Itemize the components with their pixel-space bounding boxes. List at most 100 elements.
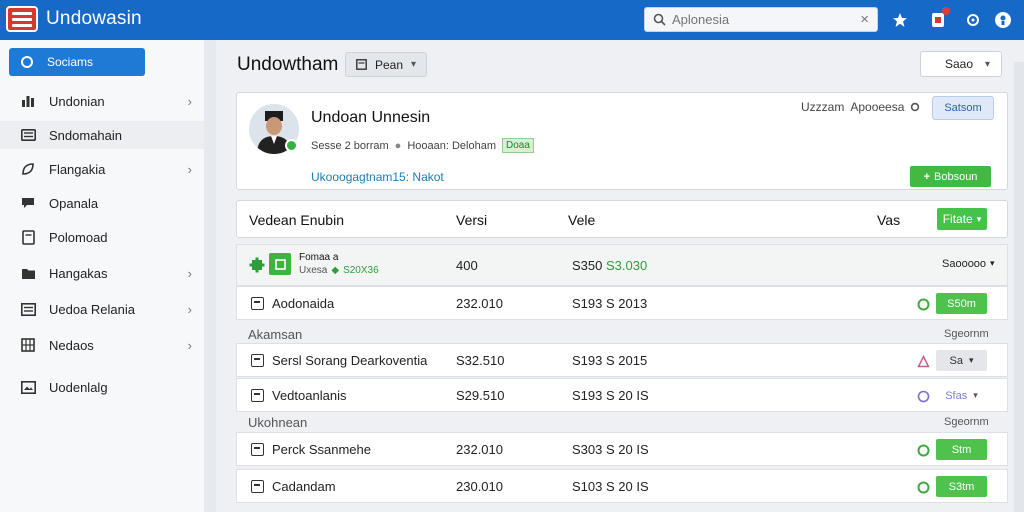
list-icon <box>20 301 36 317</box>
bar-chart-icon <box>20 93 36 109</box>
column-header[interactable]: Versi <box>456 212 487 228</box>
file-icon <box>251 297 264 310</box>
row-action-button[interactable]: Sfas ▾ <box>936 385 987 406</box>
table-row[interactable]: Aodonaida 232.010 S193 S 2013 S50m <box>236 286 1008 320</box>
sidebar-item[interactable]: Uodenlalg <box>0 373 204 401</box>
location-icon[interactable] <box>961 8 985 32</box>
puzzle-icon <box>249 257 265 273</box>
row-name: Cadandam <box>272 479 336 494</box>
featured-value-left: S350 <box>572 258 603 273</box>
notification-icon[interactable] <box>926 7 950 32</box>
brand[interactable]: Undowasin <box>6 6 142 32</box>
row-action-button[interactable]: S50m <box>936 293 987 314</box>
file-icon <box>251 443 264 456</box>
row-value: S193 S 2015 <box>572 353 648 368</box>
featured-sub-right: S20X36 <box>343 265 379 276</box>
group-label: Ukohnean <box>248 415 308 430</box>
settings-icon[interactable] <box>910 102 920 112</box>
status-ok-icon <box>916 443 930 457</box>
profile-meta-left: Sesse 2 borram <box>311 139 389 152</box>
grid-icon <box>20 337 36 353</box>
table-row[interactable]: Sersl Sorang Dearkoventia S32.510 S193 S… <box>236 343 1008 377</box>
search-input[interactable] <box>672 12 852 27</box>
view-dropdown-label: Pean <box>375 57 404 72</box>
file-icon <box>251 480 264 493</box>
chevron-down-icon: ▾ <box>973 390 978 400</box>
column-header[interactable]: Vedean Enubin <box>249 212 344 228</box>
sidebar-item-label: Sndomahain <box>49 127 122 143</box>
leaf-icon <box>20 161 36 177</box>
featured-select[interactable]: Saooooo ▾ <box>942 258 995 270</box>
chevron-down-icon: ▾ <box>411 59 417 70</box>
sidebar-item[interactable]: Polomoad <box>0 223 204 251</box>
main-scrollbar[interactable] <box>1014 62 1024 512</box>
row-version: 230.010 <box>456 479 503 494</box>
status-ok-icon <box>916 480 930 494</box>
chevron-right-icon: › <box>187 265 192 281</box>
featured-select-label: Saooooo <box>942 258 987 270</box>
profile-action-button[interactable]: Satsom <box>932 96 994 120</box>
featured-sub-left: Uxesa <box>299 265 328 276</box>
top-bar: Undowasin × <box>0 0 1024 40</box>
filter-button[interactable]: Fitate ▾ <box>937 208 987 230</box>
search-box[interactable]: × <box>644 7 878 32</box>
view-dropdown-button[interactable]: Pean ▾ <box>345 52 427 77</box>
featured-value: S350 S3.030 <box>572 258 647 273</box>
table-header: Vedean Enubin Versi Vele Vas Fitate ▾ <box>236 200 1008 238</box>
document-icon <box>20 229 36 245</box>
table-row-featured[interactable]: Fomaa a Uxesa ◆ S20X36 400 S350 S3.030 S… <box>236 244 1008 286</box>
sidebar-item[interactable]: Uedoa Relania › <box>0 295 204 323</box>
row-action-button[interactable]: Sa ▾ <box>936 350 987 371</box>
sort-select[interactable]: Saao ▾ <box>920 51 1002 77</box>
profile-meta: Sesse 2 borram ● Hooaan: Deloham Doaa <box>311 138 534 153</box>
row-value: S193 S 20 IS <box>572 388 649 403</box>
filter-button-label: Fitate <box>942 212 973 226</box>
profile-user-label: Uzzzam <box>801 100 845 114</box>
column-header[interactable]: Vas <box>877 212 900 228</box>
add-button[interactable]: + Bobsoun <box>910 166 991 187</box>
sidebar-item-label: Uodenlalg <box>49 379 108 395</box>
table-row[interactable]: Cadandam 230.010 S103 S 20 IS S3tm <box>236 469 1008 503</box>
star-icon[interactable] <box>888 8 912 32</box>
featured-title: Fomaa a <box>299 252 339 263</box>
account-icon[interactable] <box>991 8 1015 32</box>
row-action-label: Sa <box>949 354 963 367</box>
row-action-button[interactable]: S3tm <box>936 476 987 497</box>
sidebar-item-label: Nedaos <box>49 337 94 353</box>
sidebar-item[interactable]: Flangakia › <box>0 155 204 183</box>
status-pending-icon <box>916 389 930 403</box>
image-icon <box>20 379 36 395</box>
tag-icon: ◆ <box>331 265 340 276</box>
chevron-right-icon: › <box>187 301 192 317</box>
row-value: S193 S 2013 <box>572 296 648 311</box>
featured-subtitle: Uxesa ◆ S20X36 <box>299 265 379 276</box>
table-row[interactable]: Perck Ssanmehe 232.010 S303 S 20 IS Stm <box>236 432 1008 466</box>
sidebar-item-active[interactable]: Sociams <box>9 48 145 76</box>
sidebar-item[interactable]: Nedaos › <box>0 331 204 359</box>
app-icon <box>269 253 291 275</box>
profile-link[interactable]: Ukooogagtnam15: Nakot <box>311 170 444 184</box>
folder-icon <box>20 265 36 281</box>
profile-name: Undoan Unnesin <box>311 109 431 126</box>
group-summary: Sgeornm <box>944 416 989 428</box>
profile-card: Undoan Unnesin Sesse 2 borram ● Hooaan: … <box>236 92 1008 190</box>
chevron-right-icon: › <box>187 337 192 353</box>
row-name: Aodonaida <box>272 296 335 311</box>
chevron-down-icon: ▾ <box>976 213 982 224</box>
sidebar-item[interactable]: Sndomahain <box>0 121 204 149</box>
row-action-button[interactable]: Stm <box>936 439 987 460</box>
sort-select-label: Saao <box>945 57 974 71</box>
sidebar-item[interactable]: Hangakas › <box>0 259 204 287</box>
row-name: Perck Ssanmehe <box>272 442 371 457</box>
profile-meta-right: Hooaan: Deloham <box>407 139 496 152</box>
table-row[interactable]: Vedtoanlanis S29.510 S193 S 20 IS Sfas ▾ <box>236 378 1008 412</box>
sidebar-scrollbar[interactable] <box>204 40 216 512</box>
row-name: Vedtoanlanis <box>272 388 347 403</box>
chevron-down-icon: ▾ <box>968 355 974 365</box>
add-button-label: Bobsoun <box>934 170 978 183</box>
sidebar-item[interactable]: Undonian › <box>0 87 204 115</box>
column-header[interactable]: Vele <box>568 212 595 228</box>
online-status-icon <box>285 139 298 152</box>
clear-search-icon[interactable]: × <box>860 11 869 28</box>
sidebar-item[interactable]: Opanala <box>0 189 204 217</box>
